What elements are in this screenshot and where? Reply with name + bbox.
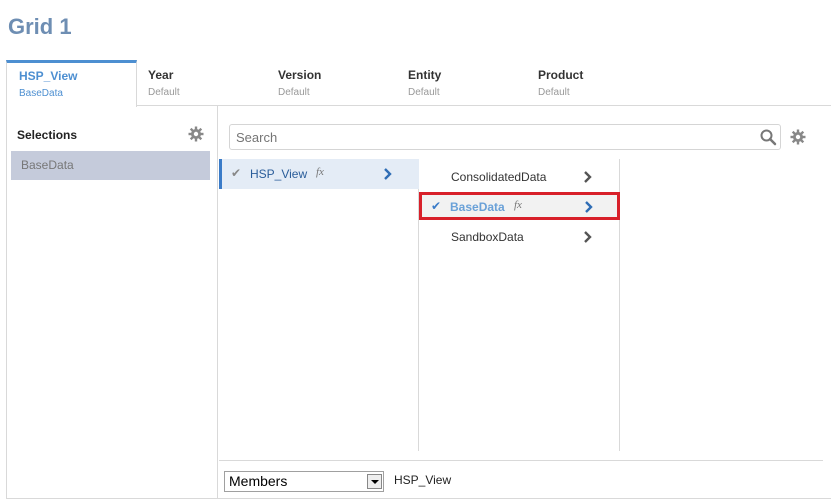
tab-value: BaseData [19,88,63,99]
member-label: HSP_View [250,167,308,181]
tab-name: Year [148,68,174,82]
member-item[interactable]: ✔ HSP_View fx [219,159,419,189]
dropdown-arrow-icon[interactable] [367,474,382,489]
page-title: Grid 1 [8,14,72,39]
tab-value: Default [278,87,310,98]
member-label: ConsolidatedData [451,170,547,184]
footer-bar: Members HSP_View [219,460,823,498]
formula-icon: fx [514,199,522,211]
checkmark-icon: ✔ [231,166,242,180]
tab-year[interactable]: Year Default [136,60,266,106]
tab-hsp-view[interactable]: HSP_View BaseData [6,60,137,107]
chevron-right-icon[interactable] [581,170,595,184]
checkmark-icon: ✔ [431,199,442,213]
members-select[interactable]: Members [224,471,384,492]
selections-pane: Selections BaseData [7,106,218,498]
tab-name: Entity [408,68,442,82]
member-item[interactable]: SandboxData [419,222,619,252]
chevron-right-icon[interactable] [582,200,596,214]
tab-value: Default [408,87,440,98]
selections-title: Selections [17,128,78,142]
dimension-tabs: HSP_View BaseData Year Default Version D… [6,60,831,107]
tab-name: Version [278,68,322,82]
gear-icon[interactable] [188,126,204,142]
member-label: SandboxData [451,230,524,244]
chevron-right-icon[interactable] [581,230,595,244]
member-label: BaseData [450,200,505,214]
member-column-1: ✔ HSP_View fx [219,159,419,451]
search-input[interactable] [229,124,781,150]
member-selector-panel: Selections BaseData Search ✔ HSP_View fx… [6,106,831,499]
select-value: Members [229,473,288,489]
member-item[interactable]: ConsolidatedData [419,162,619,192]
tab-version[interactable]: Version Default [266,60,396,106]
formula-icon: fx [316,166,324,178]
chevron-right-icon[interactable] [381,167,395,181]
dimension-context-label: HSP_View [394,473,452,487]
selection-item[interactable]: BaseData [11,151,210,180]
tab-product[interactable]: Product Default [526,60,656,106]
tab-name: HSP_View [19,69,78,83]
member-column-2: ConsolidatedData ✔ BaseData fx SandboxDa… [419,159,620,451]
member-item-highlighted[interactable]: ✔ BaseData fx [419,192,620,220]
gear-icon[interactable] [790,129,806,145]
tab-name: Product [538,68,584,82]
tab-entity[interactable]: Entity Default [396,60,526,106]
search-icon[interactable] [759,128,777,146]
tab-value: Default [538,87,570,98]
tab-value: Default [148,87,180,98]
